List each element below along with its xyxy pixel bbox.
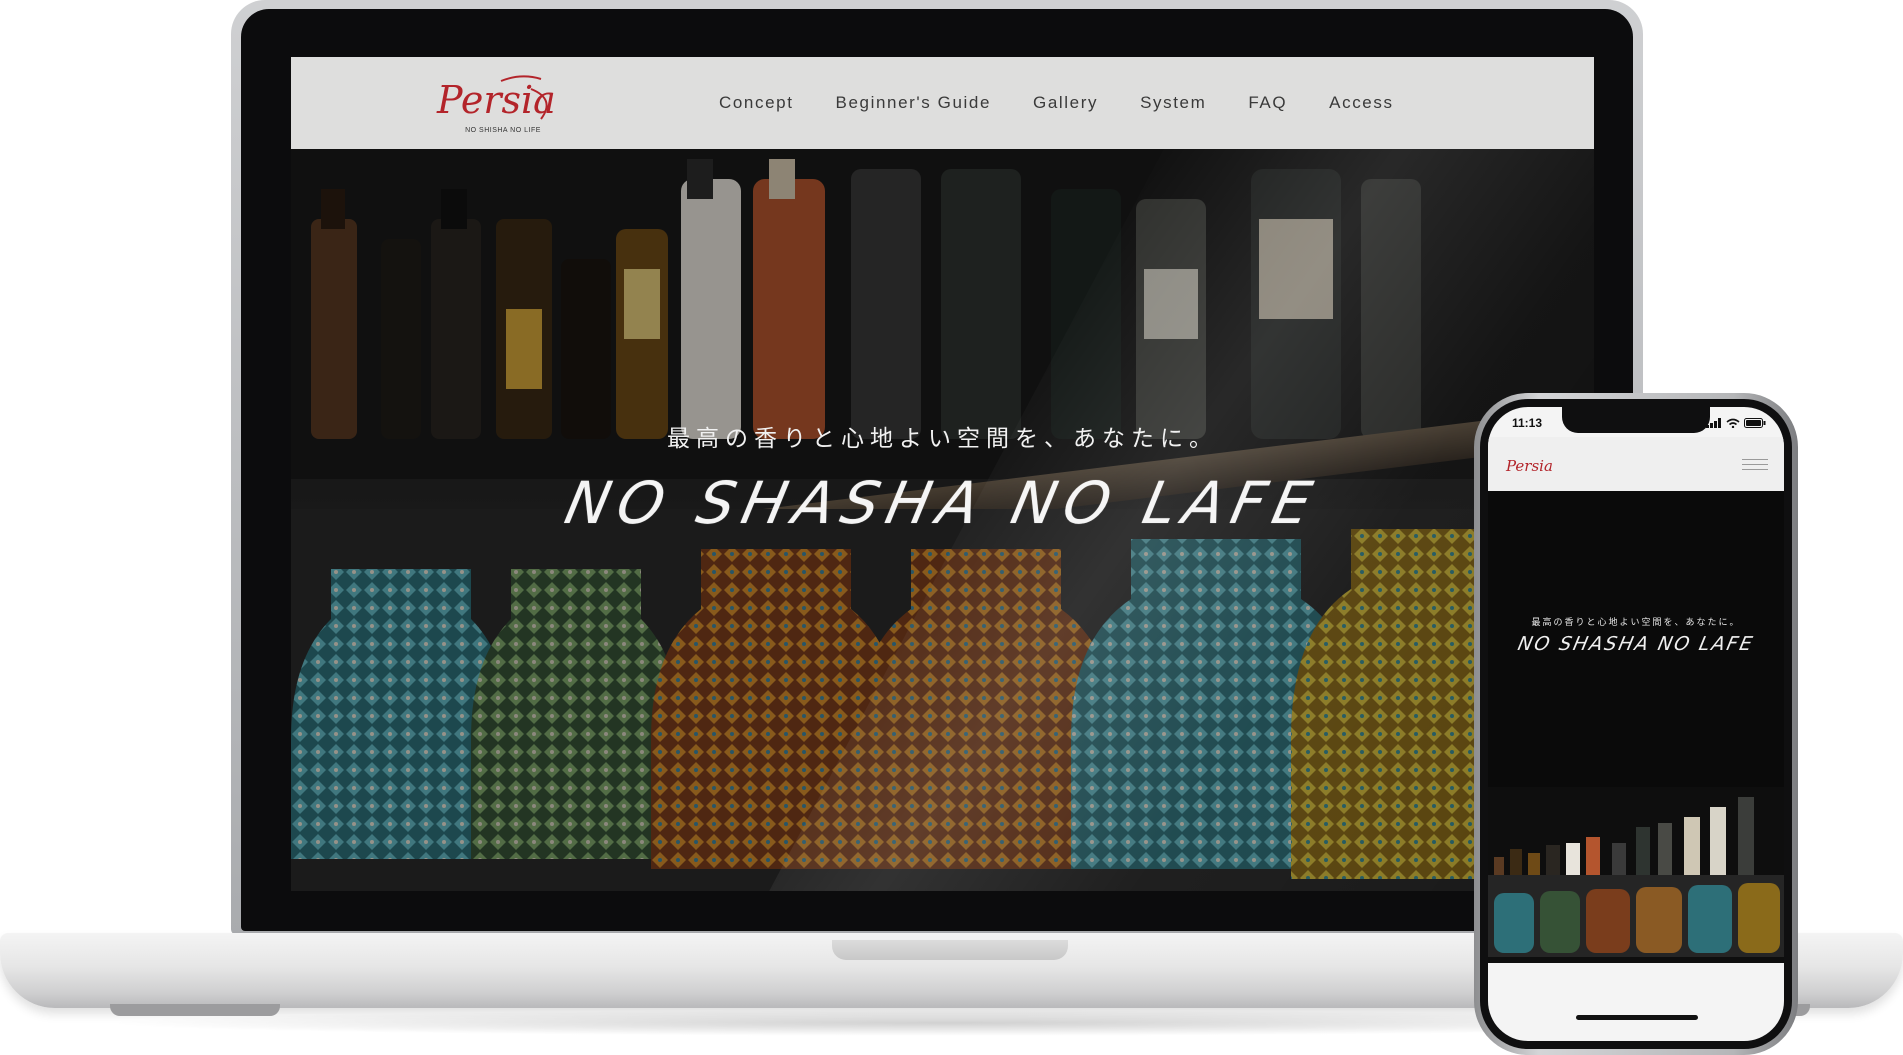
hero-slogan: NO SHASHA NO LAFE: [559, 469, 1326, 537]
main-nav: Concept Beginner's Guide Gallery System …: [719, 57, 1436, 149]
laptop-foot-left: [110, 1004, 280, 1016]
mobile-hero-tagline: 最高の香りと心地よい空間を、あなたに。: [1531, 618, 1741, 628]
nav-faq[interactable]: FAQ: [1248, 93, 1287, 113]
nav-gallery[interactable]: Gallery: [1033, 93, 1098, 113]
laptop-thumb-notch: [832, 940, 1068, 960]
persia-logo-graphic: Persia: [436, 75, 556, 122]
laptop-screen: Persia NO SHISHA NO LIFE Concept Beginne…: [291, 57, 1594, 891]
logo-wordmark: Persia: [436, 78, 556, 122]
mobile-hero: 最高の香りと心地よい空間を、あなたに。 NO SHASHA NO LAFE: [1488, 491, 1784, 963]
nav-concept[interactable]: Concept: [719, 93, 794, 113]
site-header: Persia NO SHISHA NO LIFE Concept Beginne…: [291, 57, 1594, 149]
site-logo[interactable]: Persia NO SHISHA NO LIFE: [431, 69, 561, 143]
mobile-hero-slogan: NO SHASHA NO LAFE: [1515, 633, 1757, 655]
hero-tagline: 最高の香りと心地よい空間を、あなたに。: [667, 426, 1218, 452]
nav-system[interactable]: System: [1140, 93, 1206, 113]
mobile-hookah-row: [1488, 875, 1784, 957]
logo-tagline: NO SHISHA NO LIFE: [465, 127, 541, 134]
status-icons: [1706, 418, 1766, 428]
nav-beginners-guide[interactable]: Beginner's Guide: [836, 93, 991, 113]
hamburger-menu-icon[interactable]: [1742, 459, 1768, 473]
wifi-icon: [1726, 418, 1740, 428]
nav-access[interactable]: Access: [1329, 93, 1393, 113]
home-indicator[interactable]: [1576, 1015, 1698, 1020]
battery-icon: [1744, 418, 1766, 428]
